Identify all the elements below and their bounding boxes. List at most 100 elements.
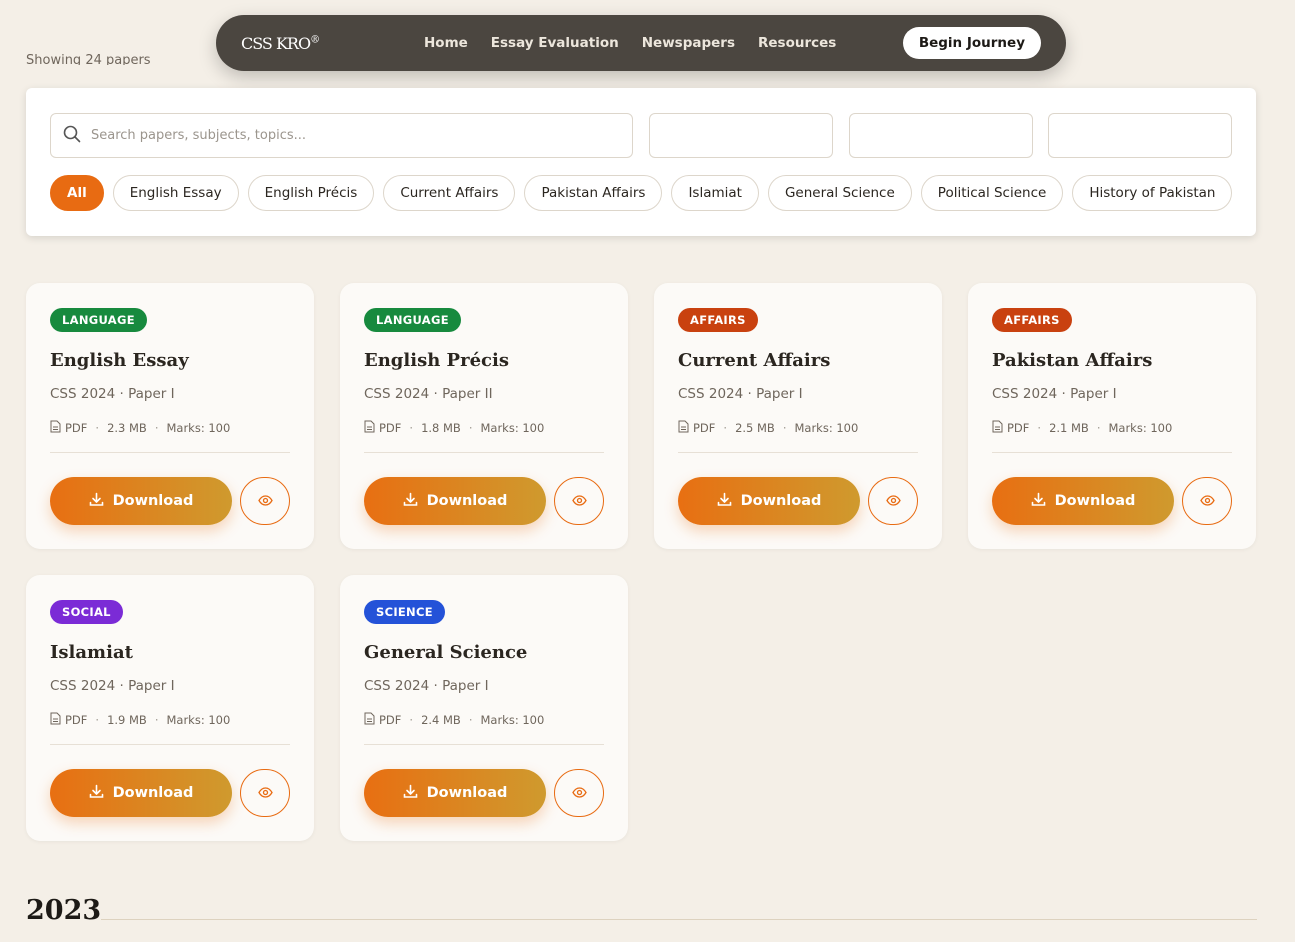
paper-marks: Marks: 100 bbox=[166, 713, 231, 727]
file-icon bbox=[50, 712, 61, 728]
file-format: PDF bbox=[65, 713, 88, 727]
paper-title[interactable]: English Précis bbox=[364, 350, 509, 371]
paper-marks: Marks: 100 bbox=[1108, 421, 1173, 435]
paper-card: AFFAIRS Pakistan Affairs CSS 2024 · Pape… bbox=[968, 283, 1256, 549]
category-badge: AFFAIRS bbox=[678, 308, 758, 332]
download-label: Download bbox=[740, 493, 822, 509]
download-button[interactable]: Download bbox=[364, 477, 546, 525]
top-nav: CSS KRO® Home Essay Evaluation Newspaper… bbox=[216, 15, 1066, 71]
paper-subtitle: CSS 2024 · Paper II bbox=[364, 386, 493, 402]
download-label: Download bbox=[426, 493, 508, 509]
category-badge: LANGUAGE bbox=[50, 308, 147, 332]
download-button[interactable]: Download bbox=[364, 769, 546, 817]
card-divider bbox=[364, 744, 604, 745]
paper-meta: PDF · 2.4 MB · Marks: 100 bbox=[364, 712, 544, 728]
paper-title[interactable]: English Essay bbox=[50, 350, 189, 371]
chip-english-essay[interactable]: English Essay bbox=[112, 175, 239, 211]
file-size: 1.8 MB bbox=[421, 421, 461, 435]
file-icon bbox=[992, 420, 1003, 436]
logo[interactable]: CSS KRO® bbox=[241, 34, 401, 53]
year-heading: 2023 bbox=[26, 895, 102, 926]
logo-registered-mark: ® bbox=[310, 34, 320, 46]
download-button[interactable]: Download bbox=[678, 477, 860, 525]
paper-title[interactable]: Pakistan Affairs bbox=[992, 350, 1152, 371]
eye-icon bbox=[885, 494, 901, 509]
paper-meta: PDF · 2.5 MB · Marks: 100 bbox=[678, 420, 858, 436]
search-icon bbox=[63, 125, 81, 147]
preview-button[interactable] bbox=[240, 477, 290, 525]
file-icon bbox=[678, 420, 689, 436]
meta-separator: · bbox=[1096, 421, 1101, 435]
preview-button[interactable] bbox=[868, 477, 918, 525]
download-label: Download bbox=[426, 785, 508, 801]
paper-subtitle: CSS 2024 · Paper I bbox=[50, 678, 175, 694]
preview-button[interactable] bbox=[554, 477, 604, 525]
paper-meta: PDF · 1.9 MB · Marks: 100 bbox=[50, 712, 230, 728]
paper-meta: PDF · 1.8 MB · Marks: 100 bbox=[364, 420, 544, 436]
eye-icon bbox=[571, 494, 587, 509]
eye-icon bbox=[257, 494, 273, 509]
meta-separator: · bbox=[409, 421, 414, 435]
meta-separator: · bbox=[782, 421, 787, 435]
file-icon bbox=[50, 420, 61, 436]
download-label: Download bbox=[112, 493, 194, 509]
file-icon bbox=[364, 712, 375, 728]
preview-button[interactable] bbox=[554, 769, 604, 817]
chip-political-science[interactable]: Political Science bbox=[920, 175, 1064, 211]
results-count: Showing 24 papers bbox=[26, 53, 151, 65]
chip-general-science[interactable]: General Science bbox=[767, 175, 912, 211]
meta-separator: · bbox=[723, 421, 728, 435]
file-icon bbox=[364, 420, 375, 436]
nav-link-essay-evaluation[interactable]: Essay Evaluation bbox=[491, 35, 619, 51]
category-badge: AFFAIRS bbox=[992, 308, 1072, 332]
file-size: 2.3 MB bbox=[107, 421, 147, 435]
paper-marks: Marks: 100 bbox=[480, 713, 545, 727]
filter-select-3[interactable] bbox=[1048, 113, 1232, 158]
logo-text: CSS KRO bbox=[241, 33, 311, 53]
meta-separator: · bbox=[468, 713, 473, 727]
paper-title[interactable]: Current Affairs bbox=[678, 350, 830, 371]
eye-icon bbox=[571, 786, 587, 801]
card-divider bbox=[678, 452, 918, 453]
card-divider bbox=[50, 452, 290, 453]
nav-link-resources[interactable]: Resources bbox=[758, 35, 836, 51]
card-divider bbox=[50, 744, 290, 745]
paper-marks: Marks: 100 bbox=[166, 421, 231, 435]
meta-separator: · bbox=[154, 421, 159, 435]
begin-journey-button[interactable]: Begin Journey bbox=[902, 27, 1041, 59]
download-button[interactable]: Download bbox=[50, 477, 232, 525]
download-icon bbox=[89, 492, 104, 511]
card-divider bbox=[364, 452, 604, 453]
download-label: Download bbox=[112, 785, 194, 801]
paper-meta: PDF · 2.1 MB · Marks: 100 bbox=[992, 420, 1172, 436]
chip-all[interactable]: All bbox=[50, 175, 104, 211]
meta-separator: · bbox=[95, 713, 100, 727]
paper-subtitle: CSS 2024 · Paper I bbox=[678, 386, 803, 402]
nav-links: Home Essay Evaluation Newspapers Resourc… bbox=[424, 35, 859, 51]
download-icon bbox=[403, 492, 418, 511]
search-input[interactable] bbox=[91, 128, 591, 143]
preview-button[interactable] bbox=[240, 769, 290, 817]
paper-title[interactable]: Islamiat bbox=[50, 642, 133, 663]
paper-marks: Marks: 100 bbox=[794, 421, 859, 435]
download-button[interactable]: Download bbox=[992, 477, 1174, 525]
download-button[interactable]: Download bbox=[50, 769, 232, 817]
preview-button[interactable] bbox=[1182, 477, 1232, 525]
nav-link-home[interactable]: Home bbox=[424, 35, 468, 51]
paper-card: LANGUAGE English Précis CSS 2024 · Paper… bbox=[340, 283, 628, 549]
chip-english-precis[interactable]: English Précis bbox=[247, 175, 375, 211]
chip-islamiat[interactable]: Islamiat bbox=[671, 175, 759, 211]
filter-select-1[interactable] bbox=[649, 113, 833, 158]
file-size: 1.9 MB bbox=[107, 713, 147, 727]
category-badge: LANGUAGE bbox=[364, 308, 461, 332]
chip-current-affairs[interactable]: Current Affairs bbox=[383, 175, 516, 211]
filter-select-2[interactable] bbox=[849, 113, 1033, 158]
eye-icon bbox=[1199, 494, 1215, 509]
category-badge: SCIENCE bbox=[364, 600, 445, 624]
chip-history-of-pakistan[interactable]: History of Pakistan bbox=[1072, 175, 1232, 211]
paper-title[interactable]: General Science bbox=[364, 642, 527, 663]
file-format: PDF bbox=[693, 421, 716, 435]
paper-card: SOCIAL Islamiat CSS 2024 · Paper I PDF ·… bbox=[26, 575, 314, 841]
chip-pakistan-affairs[interactable]: Pakistan Affairs bbox=[524, 175, 663, 211]
nav-link-newspapers[interactable]: Newspapers bbox=[642, 35, 735, 51]
